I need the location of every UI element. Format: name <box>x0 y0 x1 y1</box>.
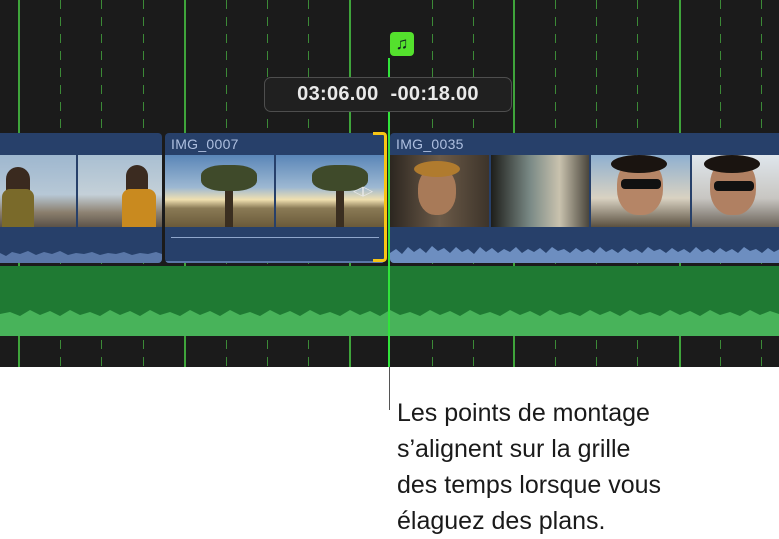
clip-range-bar <box>171 237 379 238</box>
tooltip-timecode: 03:06.00 <box>297 83 378 106</box>
trim-indicator-icon: ◁▷ <box>353 183 373 199</box>
audio-waveform <box>165 239 385 263</box>
clip-thumbnail <box>0 155 76 227</box>
video-clip[interactable] <box>0 133 162 263</box>
clip-thumbnail <box>692 155 779 227</box>
clip-thumbnail <box>491 155 590 227</box>
filmstrip <box>390 155 779 227</box>
filmstrip <box>0 155 162 227</box>
filmstrip <box>165 155 385 227</box>
clip-name: IMG_0035 <box>396 136 464 152</box>
callout-line-2: s’alignent sur la grille <box>397 431 737 467</box>
clip-name: IMG_0007 <box>171 136 239 152</box>
callout-line-3: des temps lorsque vous <box>397 467 737 503</box>
tooltip-delta: -00:18.00 <box>391 83 479 106</box>
clip-thumbnail <box>165 155 274 227</box>
music-marker-icon[interactable]: ♫ <box>390 32 414 56</box>
audio-waveform <box>0 239 162 263</box>
clip-thumbnail <box>390 155 489 227</box>
video-clip[interactable]: IMG_0035 <box>390 133 779 263</box>
trim-handle[interactable] <box>373 132 387 262</box>
callout-line-1: Les points de montage <box>397 395 737 431</box>
callout-line-4: élaguez des plans. <box>397 503 737 539</box>
callout-line <box>389 367 390 410</box>
clip-thumbnail <box>78 155 162 227</box>
callout-text: Les points de montage s’alignent sur la … <box>397 395 737 539</box>
trim-timecode-tooltip: 03:06.00 -00:18.00 <box>264 77 512 112</box>
audio-waveform <box>390 239 779 263</box>
clip-thumbnail <box>591 155 690 227</box>
timeline[interactable]: IMG_0007 ◁▷ IMG_0035 <box>0 0 779 367</box>
video-clip[interactable]: IMG_0007 ◁▷ <box>165 133 385 263</box>
